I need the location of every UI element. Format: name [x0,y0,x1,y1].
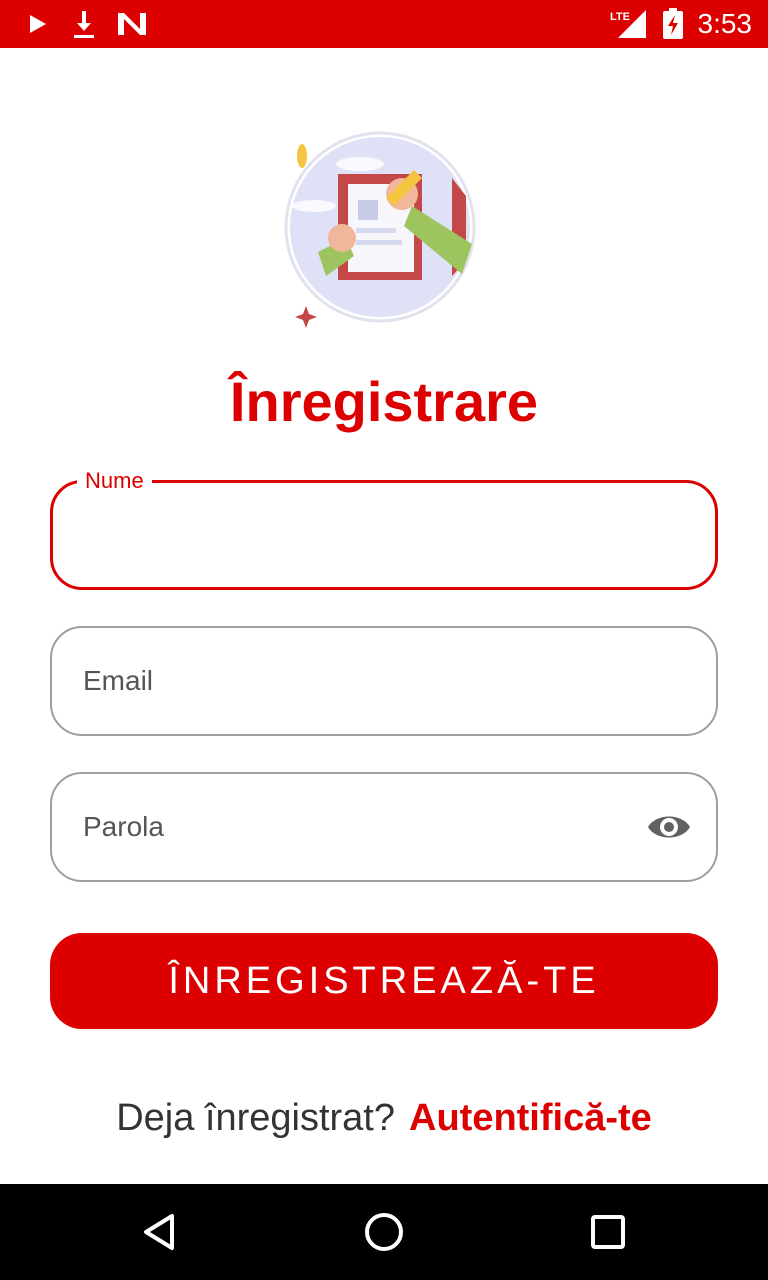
app-n-icon [116,0,148,48]
register-button[interactable]: ÎNREGISTREAZĂ-TE [50,933,718,1029]
page-title: Înregistrare [229,370,539,433]
login-link[interactable]: Autentifică-te [409,1097,652,1139]
email-placeholder: Email [83,665,154,696]
status-time: 3:53 [697,8,753,39]
name-field[interactable]: Nume [50,466,718,590]
svg-text:LTE: LTE [610,11,630,23]
download-icon [72,0,96,48]
login-question: Deja înregistrat? [116,1097,395,1139]
login-prompt: Deja înregistrat? Autentifică-te [0,1094,768,1142]
password-field[interactable]: Parola [50,772,718,882]
back-icon[interactable] [112,1184,208,1280]
battery-charging-icon [662,0,684,48]
signup-clipboard-illustration [276,126,482,332]
lte-signal-icon: LTE [608,0,648,48]
password-placeholder: Parola [83,811,164,842]
eye-icon[interactable] [646,807,692,847]
navigation-bar [0,1184,768,1280]
home-icon[interactable] [336,1184,432,1280]
email-field[interactable]: Email [50,626,718,736]
name-field-label: Nume [77,466,152,496]
recents-icon[interactable] [560,1184,656,1280]
play-store-icon [26,0,48,48]
status-bar: LTE 3:53 [0,0,768,48]
